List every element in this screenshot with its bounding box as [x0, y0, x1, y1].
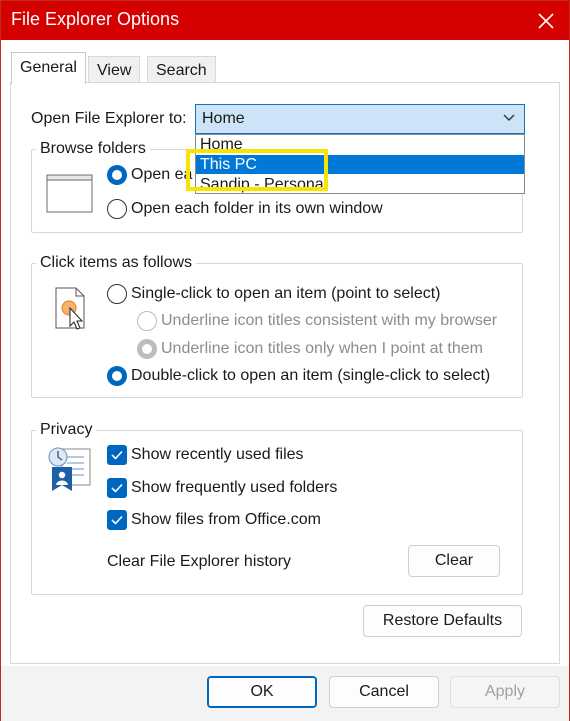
privacy-icon	[48, 447, 91, 491]
clear-button[interactable]: Clear	[408, 545, 500, 577]
open-to-selected-value: Home	[202, 110, 245, 127]
frequent-folders-label: Show frequently used folders	[131, 479, 338, 496]
tab-search[interactable]: Search	[147, 56, 216, 83]
apply-button[interactable]: Apply	[450, 676, 560, 708]
file-explorer-options-window: File Explorer Options General View Searc…	[0, 0, 570, 721]
title-bar: File Explorer Options	[1, 1, 569, 40]
underline-browser-label: Underline icon titles consistent with my…	[161, 312, 498, 329]
browse-folders-title: Browse folders	[36, 140, 150, 158]
double-click-label: Double-click to open an item (single-cli…	[131, 367, 491, 384]
radio-double-click[interactable]	[107, 366, 127, 386]
privacy-title: Privacy	[36, 421, 97, 439]
checkmark-icon	[111, 450, 123, 460]
tab-view[interactable]: View	[88, 56, 141, 83]
tab-strip: General View Search	[1, 40, 569, 86]
open-to-label: Open File Explorer to:	[31, 110, 187, 127]
clear-history-label: Clear File Explorer history	[107, 553, 292, 570]
checkbox-office-files[interactable]	[107, 510, 127, 530]
ok-button[interactable]: OK	[207, 676, 317, 708]
radio-single-click[interactable]	[107, 284, 127, 304]
checkmark-icon	[111, 483, 123, 493]
single-click-icon	[55, 287, 85, 330]
underline-point-label: Underline icon titles only when I point …	[161, 340, 483, 357]
tab-general[interactable]: General	[11, 52, 86, 84]
recent-files-label: Show recently used files	[131, 446, 304, 463]
checkbox-frequent-folders[interactable]	[107, 478, 127, 498]
own-window-label: Open each folder in its own window	[131, 200, 383, 217]
radio-underline-point[interactable]	[137, 339, 157, 359]
single-click-label: Single-click to open an item (point to s…	[131, 285, 441, 302]
checkmark-icon	[111, 515, 123, 525]
radio-own-window[interactable]	[107, 199, 127, 219]
checkbox-recent-files[interactable]	[107, 445, 127, 465]
cancel-button[interactable]: Cancel	[329, 676, 439, 708]
restore-defaults-button[interactable]: Restore Defaults	[363, 605, 522, 637]
window-title: File Explorer Options	[11, 9, 180, 29]
dialog-footer: OK Cancel Apply	[1, 666, 569, 721]
close-icon	[538, 12, 554, 29]
same-window-label: Open ea	[131, 166, 193, 183]
chevron-down-icon	[503, 114, 515, 121]
radio-same-window[interactable]	[107, 165, 127, 185]
highlight-annotation	[186, 149, 328, 191]
open-to-dropdown[interactable]: Home	[195, 104, 525, 134]
close-button[interactable]	[523, 1, 569, 40]
click-items-title: Click items as follows	[36, 254, 197, 272]
radio-underline-browser[interactable]	[137, 311, 157, 331]
office-files-label: Show files from Office.com	[131, 511, 321, 528]
folder-window-icon	[46, 174, 93, 213]
